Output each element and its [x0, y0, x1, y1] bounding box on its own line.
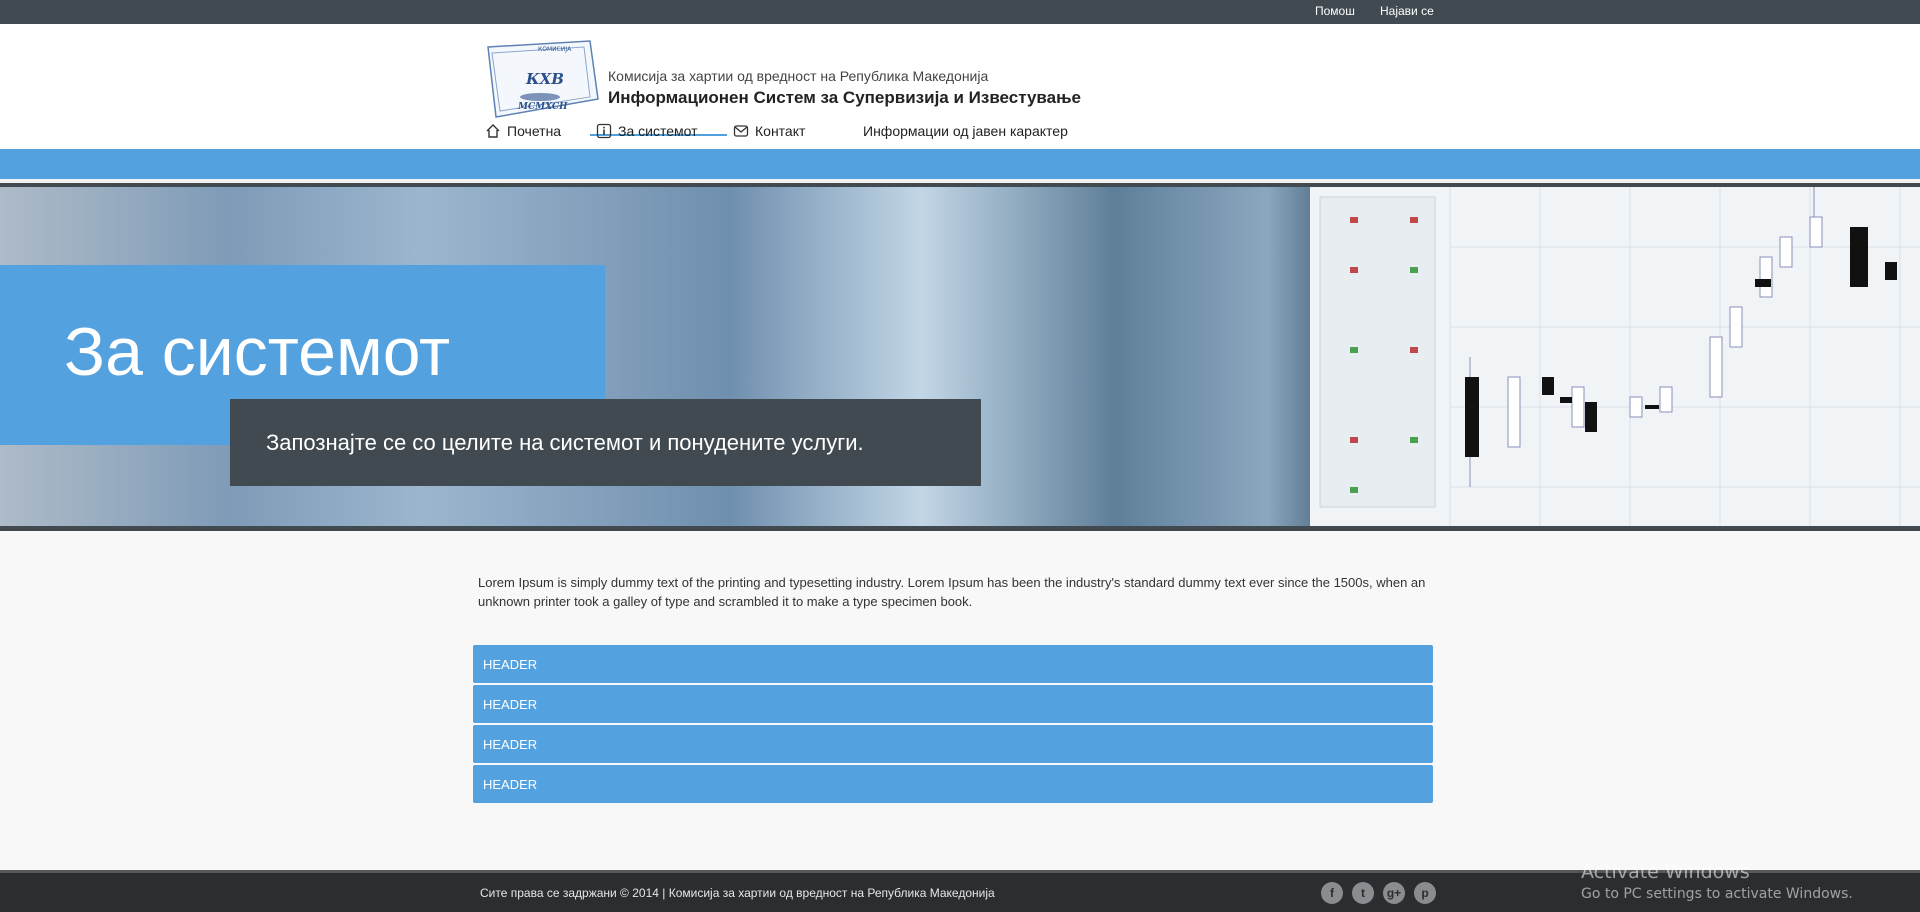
- twitter-icon[interactable]: t: [1352, 882, 1374, 904]
- site-logo[interactable]: КХВ MCMXCII КОМИСИЈА: [478, 39, 608, 123]
- hero-banner: За системот Запознајте се со целите на с…: [0, 183, 1920, 531]
- nav-item-label: Информации од јавен карактер: [863, 123, 1068, 139]
- hero-subtitle: Запознајте се со целите на системот и по…: [266, 430, 864, 455]
- activation-watermark-title: Activate Windows: [1581, 861, 1750, 883]
- google-plus-icon[interactable]: g+: [1383, 882, 1405, 904]
- logo-ring-text: КОМИСИЈА: [538, 46, 572, 53]
- nav-item-label: За системот: [618, 123, 698, 139]
- login-link[interactable]: Најави се: [1380, 4, 1434, 18]
- logo-subtext: MCMXCII: [517, 102, 568, 112]
- home-icon: [485, 123, 501, 139]
- footer-copyright: Сите права се задржани © 2014 | Комисија…: [480, 886, 995, 900]
- nav-item-public-info[interactable]: Информации од јавен карактер: [863, 123, 1068, 139]
- help-link[interactable]: Помош: [1315, 4, 1355, 18]
- logo-text: КХВ: [525, 70, 564, 88]
- hero-background-chart-image: [1310, 187, 1920, 526]
- hero-title: За системот: [64, 314, 451, 390]
- site-header: КХВ MCMXCII КОМИСИЈА Комисија за хартии …: [0, 24, 1920, 149]
- accordion-header-4[interactable]: HEADER: [473, 765, 1433, 803]
- top-utility-bar: Помош Најави се: [0, 0, 1920, 24]
- info-icon: [596, 123, 612, 139]
- accordion-header-1[interactable]: HEADER: [473, 645, 1433, 683]
- nav-item-contact[interactable]: Контакт: [733, 123, 805, 139]
- facebook-icon[interactable]: f: [1321, 882, 1343, 904]
- mail-icon: [733, 123, 749, 139]
- nav-item-label: Контакт: [755, 123, 806, 139]
- accent-band: [0, 149, 1920, 179]
- site-subtitle: Комисија за хартии од вредност на Републ…: [608, 68, 989, 84]
- nav-item-about[interactable]: За системот: [596, 123, 698, 139]
- hero-subtitle-panel: Запознајте се со целите на системот и по…: [230, 399, 981, 486]
- accordion-header-3[interactable]: HEADER: [473, 725, 1433, 763]
- pinterest-icon[interactable]: p: [1414, 882, 1436, 904]
- nav-item-label: Почетна: [507, 123, 562, 139]
- nav-item-home[interactable]: Почетна: [485, 123, 561, 139]
- intro-paragraph: Lorem Ipsum is simply dummy text of the …: [478, 575, 1426, 609]
- site-title: Информационен Систем за Супервизија и Из…: [608, 88, 1081, 107]
- activation-watermark-text: Go to PC settings to activate Windows.: [1581, 886, 1853, 902]
- accordion-header-2[interactable]: HEADER: [473, 685, 1433, 723]
